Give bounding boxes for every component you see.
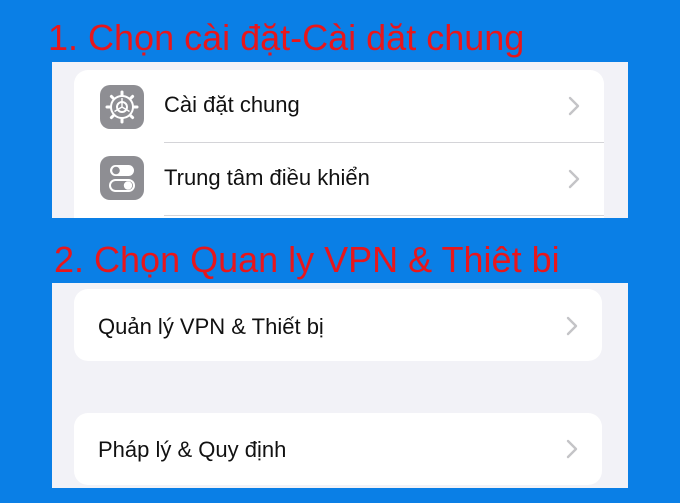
chevron-right-icon: [566, 316, 578, 336]
row-separator: [164, 215, 604, 216]
chevron-right-icon: [568, 169, 580, 189]
chevron-right-icon: [566, 439, 578, 459]
toggle-switches-icon: [100, 156, 144, 200]
settings-row-label: Quản lý VPN & Thiết bị: [98, 314, 324, 339]
step-2-instruction: 2. Chọn Quan ly VPN & Thiêt bi: [54, 239, 560, 280]
settings-row-label: Cài đặt chung: [164, 92, 300, 117]
settings-group: Pháp lý & Quy định: [74, 413, 602, 485]
settings-group: Quản lý VPN & Thiết bị: [74, 289, 602, 361]
settings-row-legal-regulatory[interactable]: Pháp lý & Quy định: [74, 413, 602, 485]
settings-group: Cài đặt chung Trung tâm điều khiển: [74, 70, 604, 218]
settings-screenshot-2: Quản lý VPN & Thiết bị Pháp lý & Quy địn…: [52, 283, 628, 488]
step-1-instruction: 1. Chọn cài đặt-Cài dăt chung: [48, 17, 525, 58]
settings-row-label: Pháp lý & Quy định: [98, 437, 287, 462]
settings-screenshot-1: Cài đặt chung Trung tâm điều khiển: [52, 62, 628, 218]
settings-row-vpn-device-management[interactable]: Quản lý VPN & Thiết bị: [74, 289, 602, 361]
gear-icon: [100, 85, 144, 129]
chevron-right-icon: [568, 96, 580, 116]
settings-row-label: Trung tâm điều khiển: [164, 165, 370, 190]
settings-row-control-center[interactable]: Trung tâm điều khiển: [74, 143, 604, 215]
settings-row-general[interactable]: Cài đặt chung: [74, 70, 604, 142]
